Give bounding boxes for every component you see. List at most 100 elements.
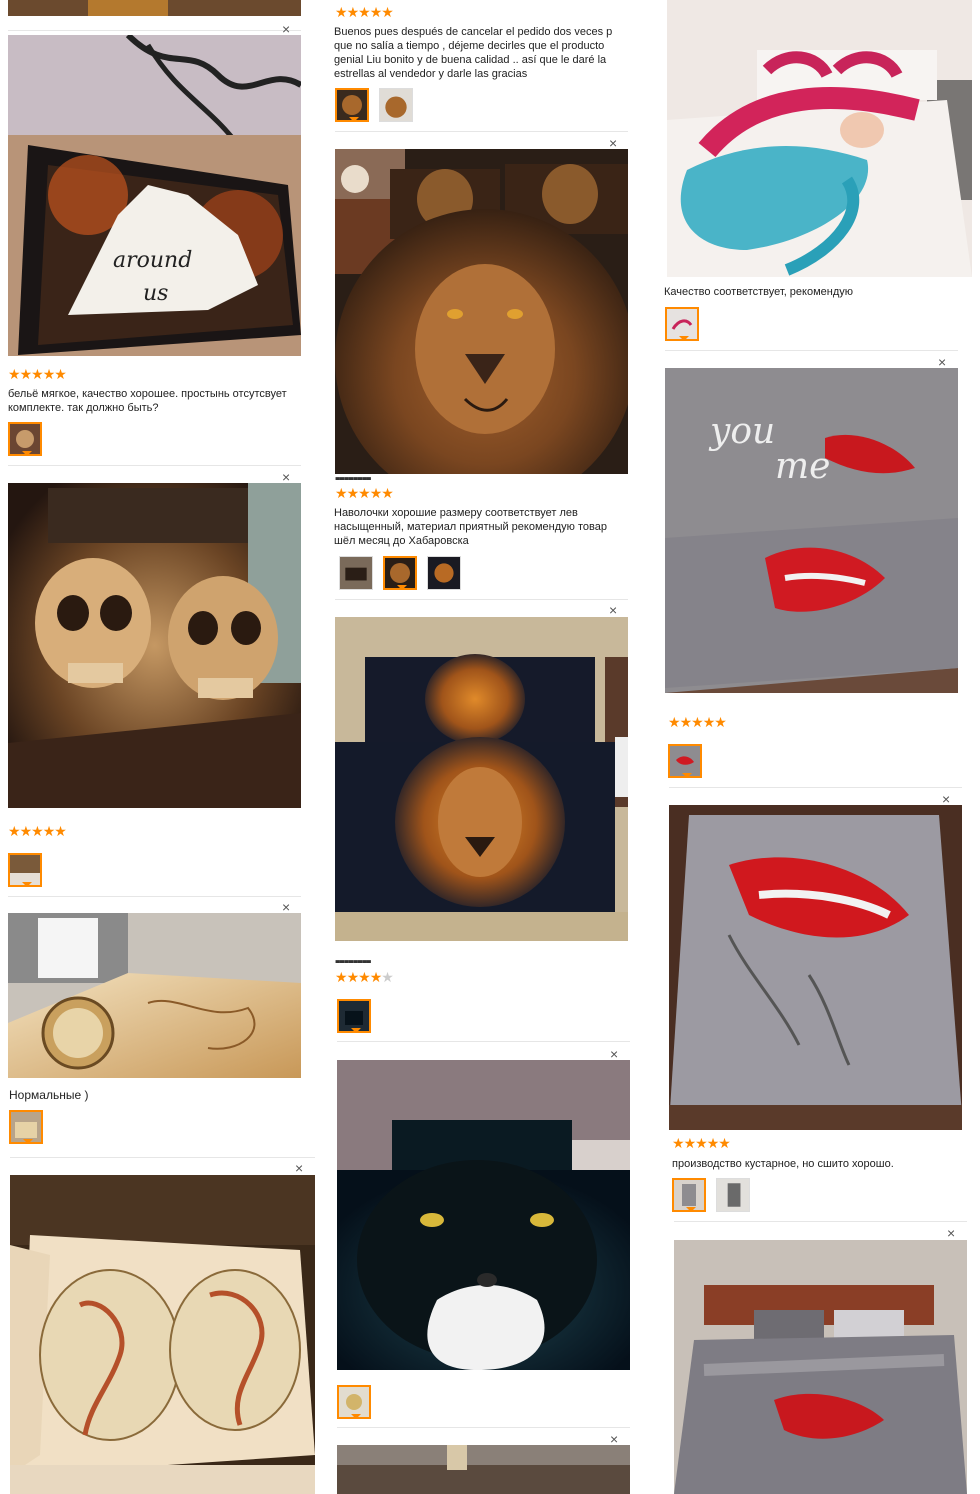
rating-stars: ★★★★★: [335, 969, 394, 985]
cut-off-text: ■■■■■■■■: [335, 957, 372, 963]
svg-text:around: around: [113, 248, 192, 273]
separator: [337, 1041, 630, 1042]
world-map-pillows-photo[interactable]: [10, 1175, 315, 1494]
lion-pillowcases-photo[interactable]: [335, 617, 628, 941]
separator: [8, 896, 301, 897]
rating-stars: ★★★★★: [8, 823, 67, 839]
star-filled-icon: ★: [31, 366, 44, 382]
star-filled-icon: ★: [702, 714, 716, 730]
mermaid-bedding-photo[interactable]: [667, 0, 972, 277]
review-thumbnail[interactable]: [665, 307, 699, 341]
review-thumbnails: [668, 744, 702, 778]
review-text: бельё мягкое, качество хорошее. простынь…: [8, 388, 287, 414]
star-filled-icon: ★: [695, 1135, 708, 1151]
close-icon[interactable]: ×: [947, 1226, 955, 1240]
star-filled-icon: ★: [369, 485, 383, 501]
star-filled-icon: ★: [369, 4, 383, 20]
star-filled-icon: ★: [381, 485, 394, 501]
cat-bedding-photo[interactable]: [337, 1060, 630, 1370]
star-filled-icon: ★: [668, 714, 681, 730]
star-filled-icon: ★: [358, 969, 371, 985]
review-thumbnails: [8, 422, 42, 456]
you-and-me-bed-photo[interactable]: [674, 1240, 967, 1494]
separator: [674, 1221, 967, 1222]
close-icon[interactable]: ×: [609, 136, 617, 150]
lips-duvet-photo[interactable]: you me: [665, 368, 958, 693]
close-icon[interactable]: ×: [282, 470, 290, 484]
close-icon[interactable]: ×: [938, 355, 946, 369]
star-filled-icon: ★: [672, 1135, 685, 1151]
svg-text:us: us: [143, 281, 168, 306]
review-thumbnail[interactable]: [339, 556, 373, 590]
review-thumbnail[interactable]: [427, 556, 461, 590]
star-filled-icon: ★: [8, 823, 21, 839]
star-filled-icon: ★: [369, 969, 383, 985]
close-icon[interactable]: ×: [610, 1047, 618, 1061]
star-filled-icon: ★: [54, 366, 67, 382]
review-thumbnails: [337, 1385, 371, 1419]
star-filled-icon: ★: [335, 4, 348, 20]
review-thumbnails: [9, 1110, 43, 1144]
separator: [10, 1157, 315, 1158]
review-thumbnail[interactable]: [672, 1178, 706, 1212]
review-thumbnail[interactable]: [9, 1110, 43, 1144]
separator: [337, 1427, 630, 1428]
star-filled-icon: ★: [718, 1135, 731, 1151]
star-filled-icon: ★: [346, 969, 360, 985]
review-thumbnails: [665, 307, 699, 341]
svg-text:you: you: [708, 411, 775, 452]
star-filled-icon: ★: [19, 366, 33, 382]
lips-bed-photo[interactable]: [669, 805, 962, 1130]
svg-text:me: me: [775, 446, 830, 487]
star-filled-icon: ★: [358, 4, 371, 20]
star-filled-icon: ★: [42, 366, 56, 382]
rating-stars: ★★★★★: [672, 1135, 731, 1151]
review-thumbnail[interactable]: [668, 744, 702, 778]
star-filled-icon: ★: [8, 366, 21, 382]
close-icon[interactable]: ×: [942, 792, 950, 806]
close-icon[interactable]: ×: [282, 22, 290, 36]
star-filled-icon: ★: [31, 823, 44, 839]
review-thumbnail[interactable]: [8, 853, 42, 887]
review-thumbnail[interactable]: [337, 1385, 371, 1419]
review-thumbnail[interactable]: [337, 999, 371, 1033]
star-filled-icon: ★: [335, 485, 348, 501]
rating-stars: ★★★★★: [335, 485, 394, 501]
star-filled-icon: ★: [346, 4, 360, 20]
separator: [8, 30, 301, 31]
close-icon[interactable]: ×: [295, 1161, 303, 1175]
close-icon[interactable]: ×: [610, 1432, 618, 1446]
star-filled-icon: ★: [54, 823, 67, 839]
review-text: производство кустарное, но сшито хорошо.: [672, 1158, 894, 1170]
star-filled-icon: ★: [691, 714, 704, 730]
review-photo-bottom-partial[interactable]: [337, 1445, 630, 1494]
star-filled-icon: ★: [346, 485, 360, 501]
separator: [335, 131, 628, 132]
skull-bedding-photo[interactable]: [8, 483, 301, 808]
review-text: Нормальные ): [9, 1088, 89, 1102]
star-filled-icon: ★: [358, 485, 371, 501]
lion-bedding-photo[interactable]: [335, 149, 628, 474]
rating-stars: ★★★★★: [8, 366, 67, 382]
review-thumbnail[interactable]: [383, 556, 417, 590]
review-thumbnail[interactable]: [379, 88, 413, 122]
close-icon[interactable]: ×: [282, 900, 290, 914]
separator: [8, 465, 301, 466]
review-thumbnail[interactable]: [716, 1178, 750, 1212]
star-filled-icon: ★: [381, 4, 394, 20]
review-thumbnail[interactable]: [335, 88, 369, 122]
map-bedding-photo[interactable]: [8, 913, 301, 1078]
review-thumbnail[interactable]: [8, 422, 42, 456]
star-empty-icon: ★: [381, 969, 394, 985]
star-filled-icon: ★: [42, 823, 56, 839]
review-photo-top-partial[interactable]: [8, 0, 301, 16]
unicorn-bedding-photo[interactable]: around us: [8, 35, 301, 356]
rating-stars: ★★★★★: [335, 4, 394, 20]
cut-off-text: ■■■■■■■■: [335, 474, 372, 480]
star-filled-icon: ★: [335, 969, 348, 985]
star-filled-icon: ★: [706, 1135, 720, 1151]
star-filled-icon: ★: [683, 1135, 697, 1151]
star-filled-icon: ★: [714, 714, 727, 730]
review-text: Buenos pues después de cancelar el pedid…: [334, 26, 613, 80]
close-icon[interactable]: ×: [609, 603, 617, 617]
